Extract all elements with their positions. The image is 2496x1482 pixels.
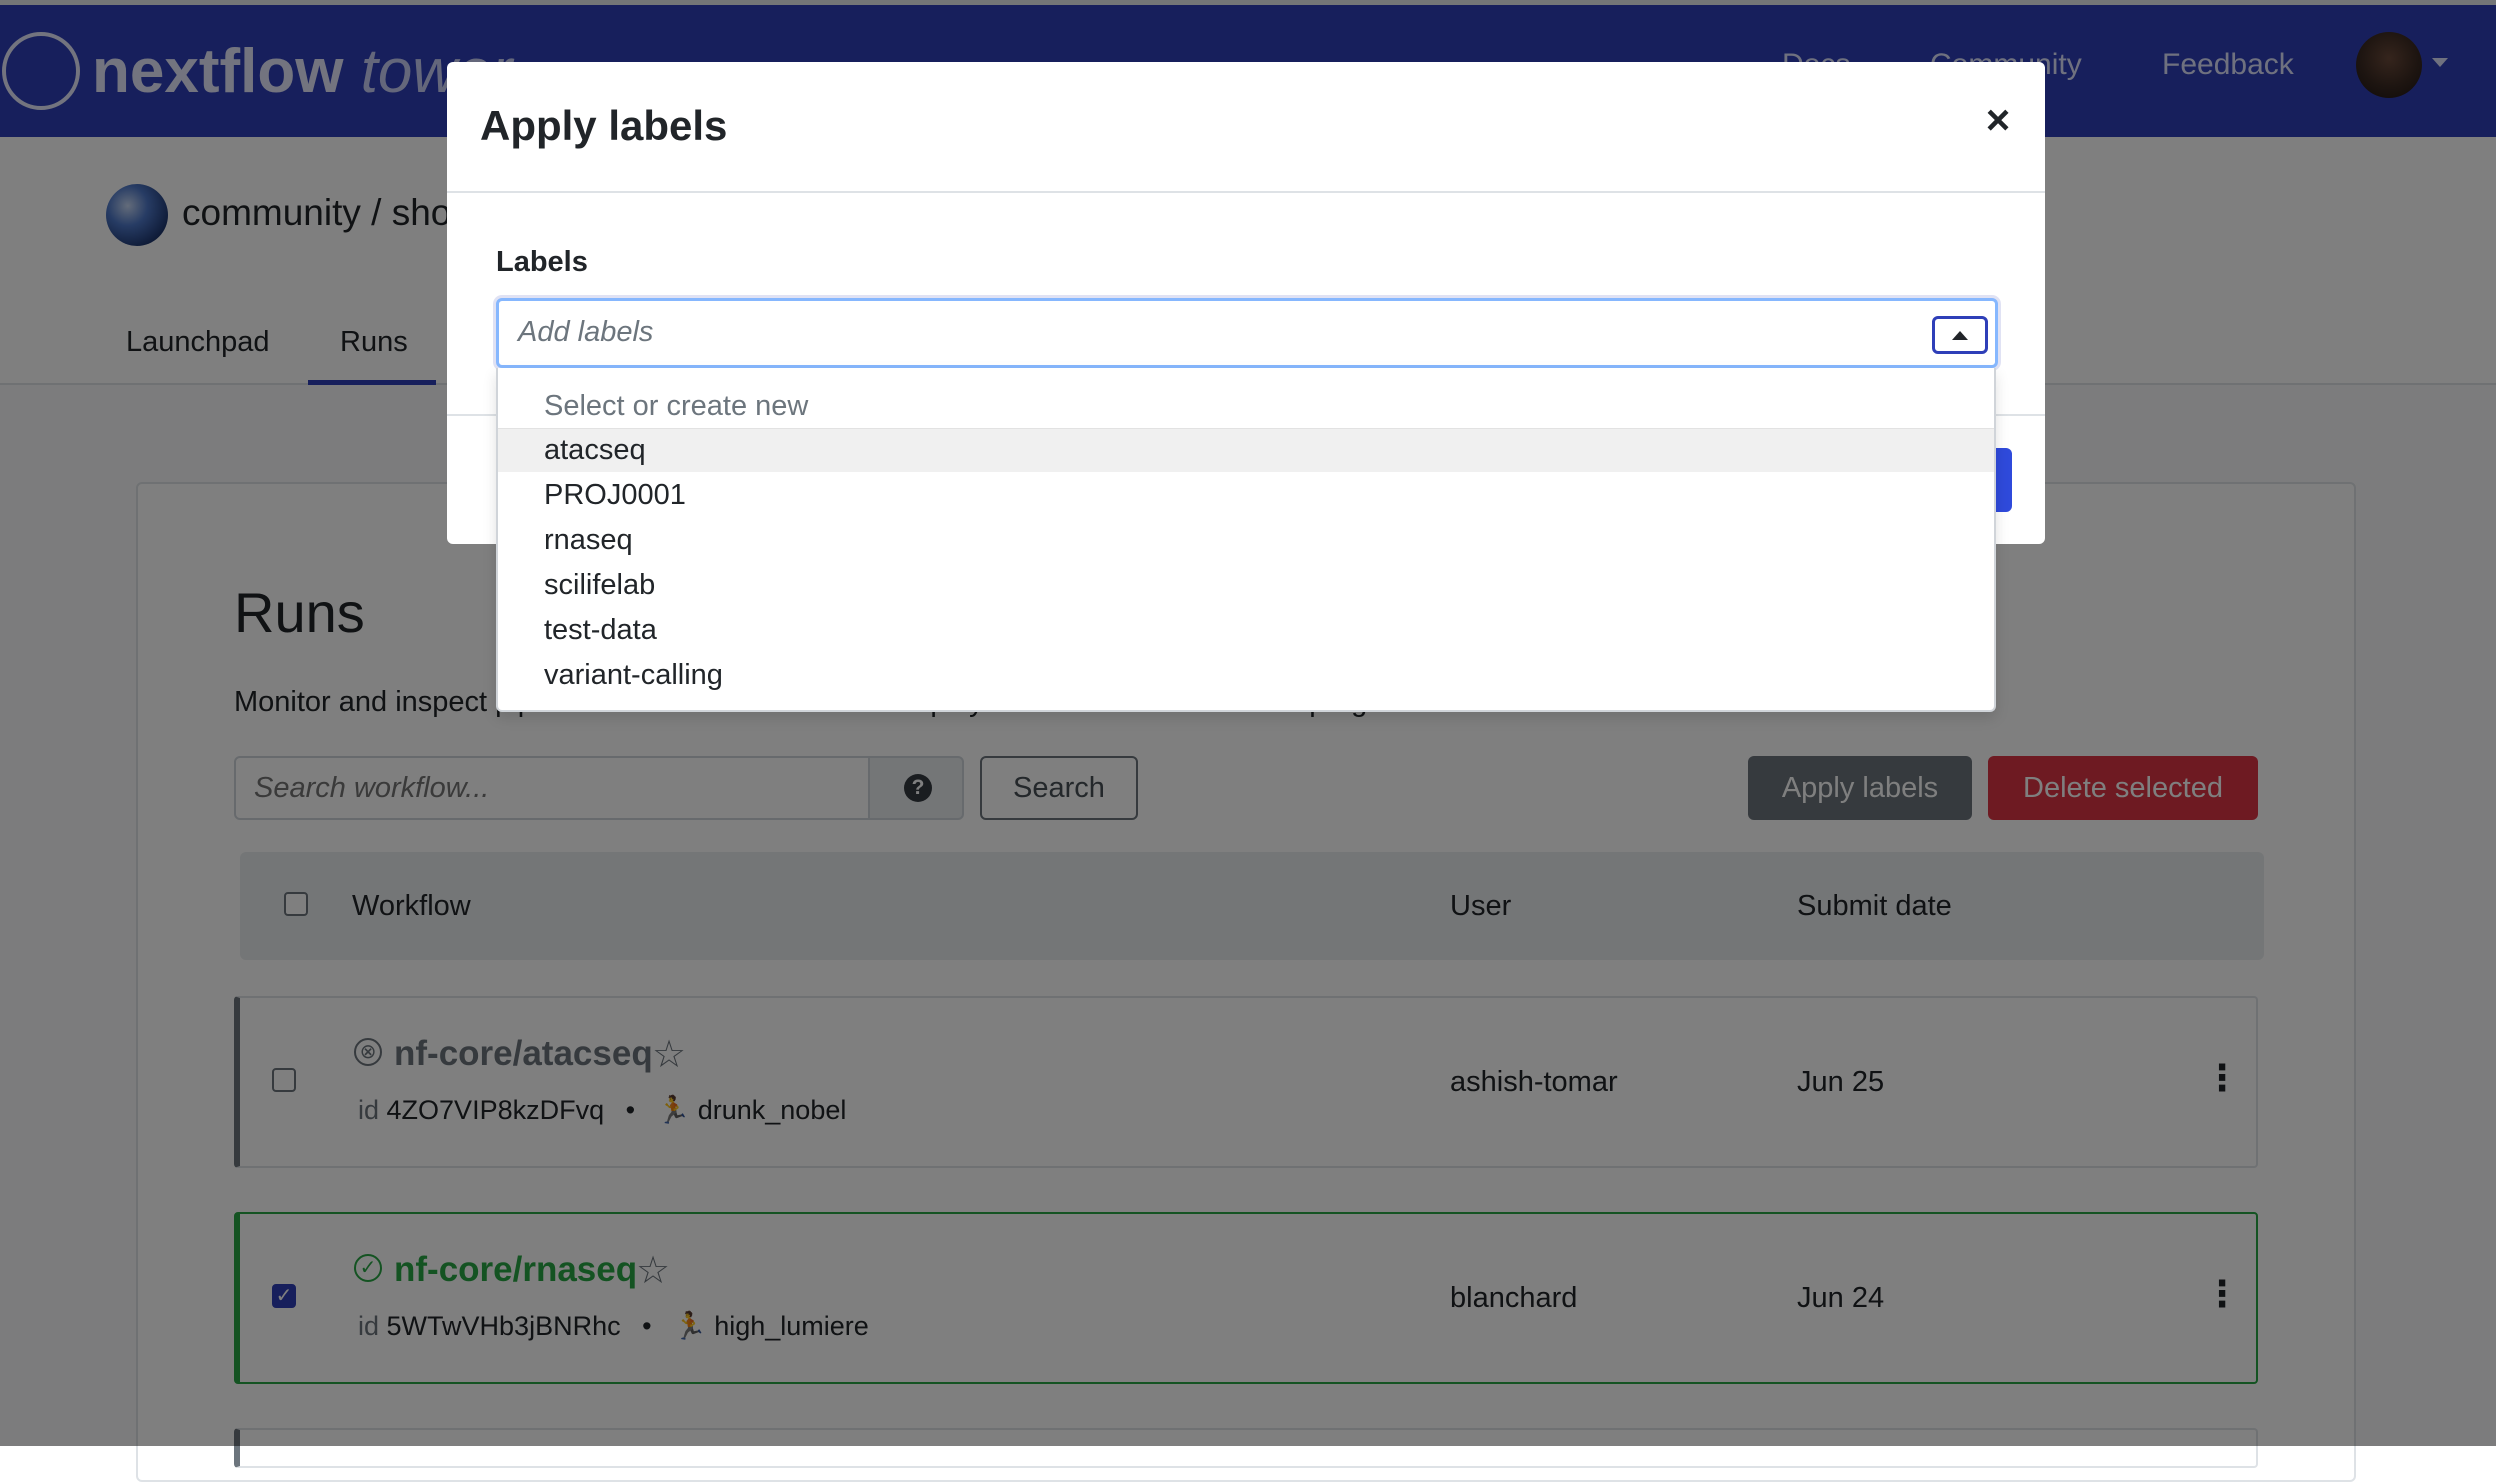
label-option-scilifelab[interactable]: scilifelab (544, 569, 655, 602)
labels-field-label: Labels (496, 246, 588, 278)
label-option-test-data[interactable]: test-data (544, 614, 657, 647)
label-option-rnaseq[interactable]: rnaseq (544, 524, 633, 557)
label-option-proj0001[interactable]: PROJ0001 (544, 479, 686, 512)
labels-placeholder[interactable]: Add labels (518, 316, 653, 349)
modal-title: Apply labels (480, 102, 728, 149)
label-option-variant-calling[interactable]: variant-calling (544, 659, 723, 692)
chevron-up-icon[interactable] (1952, 331, 1968, 340)
dropdown-hint: Select or create new (544, 390, 809, 422)
modal-header-divider (447, 191, 2045, 193)
labels-select-input[interactable] (496, 298, 1998, 368)
close-icon[interactable]: × (1980, 96, 2016, 144)
dropdown-highlight (498, 428, 1994, 472)
label-option-atacseq[interactable]: atacseq (544, 434, 646, 467)
